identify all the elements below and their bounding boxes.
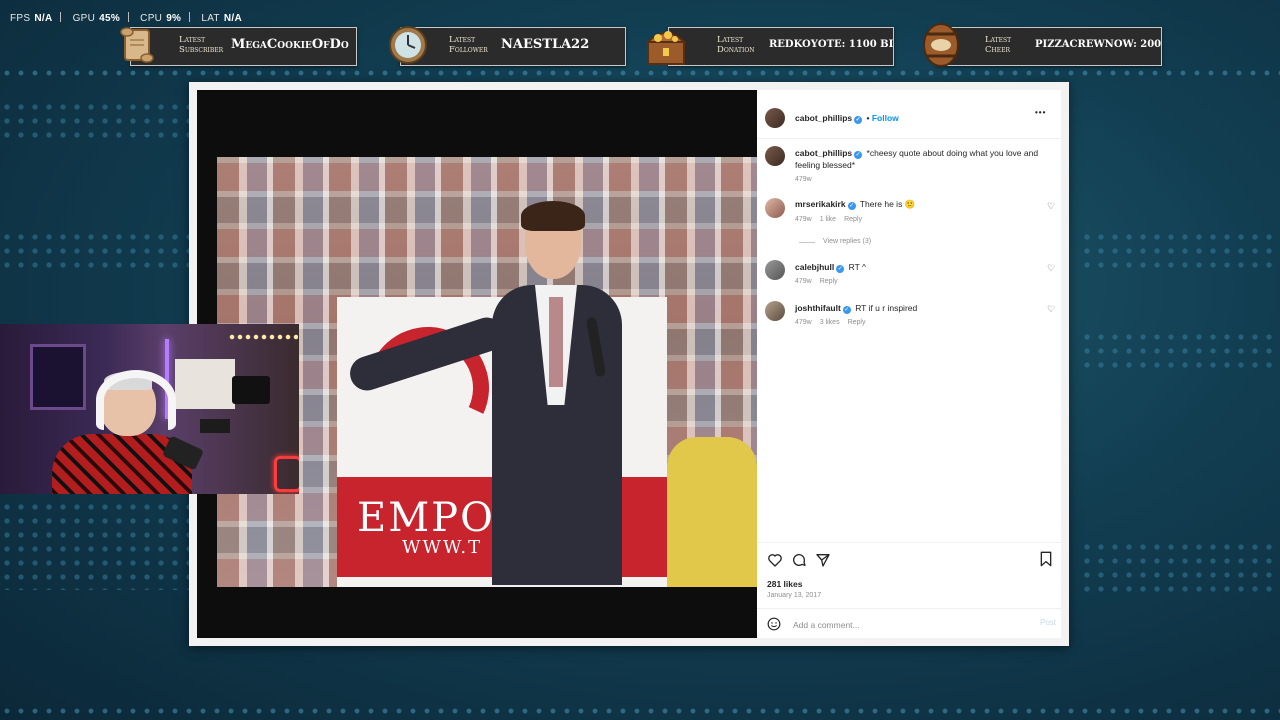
caption-avatar[interactable] xyxy=(765,146,785,166)
add-comment-input[interactable]: Add a comment... xyxy=(793,620,860,630)
like-comment-heart-icon[interactable]: ♡ xyxy=(1047,264,1055,273)
fps-label: FPS xyxy=(10,13,31,24)
post-date: January 13, 2017 xyxy=(767,592,822,599)
commenter-avatar[interactable] xyxy=(765,260,785,280)
alert-value: PIZZACREWNOW: 200 BITS xyxy=(1035,39,1162,50)
dot-pattern-right-low xyxy=(1080,540,1280,600)
comment-bubble-icon[interactable] xyxy=(791,552,807,568)
save-bookmark-icon[interactable] xyxy=(1039,551,1053,567)
post-header: cabot_phillips ✓ • Follow xyxy=(795,113,899,124)
alert-value: REDKOYOTE: 1100 BITS xyxy=(769,39,894,50)
commenter-avatar[interactable] xyxy=(765,301,785,321)
view-replies-button[interactable]: View replies (3) xyxy=(823,238,871,245)
dot-pattern-right xyxy=(1080,230,1280,270)
comment-meta: 479w 1 like Reply xyxy=(795,216,870,223)
reply-button[interactable]: Reply xyxy=(844,216,862,223)
verified-badge-icon: ✓ xyxy=(836,265,845,273)
fps-value: N/A xyxy=(34,13,53,24)
verified-badge-icon: ✓ xyxy=(854,151,863,159)
author-avatar[interactable] xyxy=(765,108,785,128)
comment-likes[interactable]: 1 like xyxy=(820,216,836,223)
dot-pattern-right-mid xyxy=(1080,330,1280,370)
room-window xyxy=(30,344,86,410)
dot-pattern-left xyxy=(0,100,190,140)
post-comment-button[interactable]: Post xyxy=(1040,618,1056,627)
alert-value: MegaCookieOfDo xyxy=(231,37,349,52)
scroll-icon xyxy=(120,27,154,63)
reply-button[interactable]: Reply xyxy=(820,278,838,285)
alert-label: Latest Follower xyxy=(449,35,488,55)
comment-text: RT if u r inspired xyxy=(855,303,918,313)
alert-label: Latest Donation xyxy=(717,35,755,55)
verified-badge-icon: ✓ xyxy=(854,116,863,124)
dot-pattern-left-low xyxy=(0,500,190,590)
verified-badge-icon: ✓ xyxy=(842,306,851,314)
post-caption: cabot_phillips ✓ *cheesy quote about doin… xyxy=(795,147,1045,171)
treasure-chest-icon xyxy=(645,31,687,65)
rum-barrel-icon xyxy=(923,23,959,67)
headphones-icon xyxy=(96,370,176,430)
author-username[interactable]: cabot_phillips xyxy=(795,113,852,123)
caption-time: 479w xyxy=(795,176,812,183)
comment-text: There he is 🙂 xyxy=(859,199,916,209)
like-heart-icon[interactable] xyxy=(767,552,783,568)
cpu-value: 9% xyxy=(166,13,182,24)
alert-label: Latest Cheer xyxy=(985,35,1012,55)
comment-time: 479w xyxy=(795,278,812,285)
gpu-label: GPU xyxy=(72,13,96,24)
comment-likes[interactable]: 3 likes xyxy=(820,319,840,326)
alert-value: NAESTLA22 xyxy=(501,37,590,52)
comment: calebjhull ✓ RT ^ xyxy=(795,261,1035,273)
speaker-figure xyxy=(345,201,657,587)
comment: joshthifault ✓ RT if u r inspired xyxy=(795,302,1035,314)
reply-button[interactable]: Reply xyxy=(848,319,866,326)
comment-text: RT ^ xyxy=(848,262,866,272)
follow-button[interactable]: Follow xyxy=(872,113,899,123)
dot-pattern-left-mid xyxy=(0,230,190,270)
commenter-avatar[interactable] xyxy=(765,198,785,218)
comment-time: 479w xyxy=(795,319,812,326)
comment-meta: 479w 3 likes Reply xyxy=(795,319,873,326)
dot-pattern-bottom xyxy=(0,706,1280,716)
comment-meta: 479w Reply xyxy=(795,278,846,285)
comment-username[interactable]: mrserikakirk xyxy=(795,199,846,209)
post-sidebar: cabot_phillips ✓ • Follow ••• cabot_phill… xyxy=(757,90,1061,638)
like-comment-heart-icon[interactable]: ♡ xyxy=(1047,202,1055,211)
camera-device xyxy=(200,419,230,433)
latest-subscriber-alert: Latest Subscriber MegaCookieOfDo xyxy=(130,27,357,66)
pc-rgb-fan xyxy=(274,456,299,492)
lat-value: N/A xyxy=(223,13,242,24)
clock-icon xyxy=(389,26,427,64)
share-plane-icon[interactable] xyxy=(815,552,831,568)
room-shelf xyxy=(175,359,235,409)
emoji-icon[interactable] xyxy=(767,617,781,631)
likes-count[interactable]: 281 likes xyxy=(767,579,802,589)
dot-pattern-top xyxy=(0,68,1280,78)
lat-label: LAT xyxy=(201,13,220,24)
caption-username[interactable]: cabot_phillips xyxy=(795,148,852,158)
more-options-icon[interactable]: ••• xyxy=(1035,108,1046,117)
instagram-post: EMPO OI WWW.T cabot_phillips ✓ • Follow … xyxy=(197,90,1061,638)
string-lights xyxy=(228,334,298,340)
webcam-feed xyxy=(0,324,299,494)
pirate-flag xyxy=(232,376,270,404)
like-comment-heart-icon[interactable]: ♡ xyxy=(1047,305,1055,314)
yellow-chair xyxy=(667,437,757,587)
comment: mrserikakirk ✓ There he is 🙂 xyxy=(795,198,1035,210)
latest-follower-alert: Latest Follower NAESTLA22 xyxy=(400,27,626,66)
comment-time: 479w xyxy=(795,216,812,223)
comment-username[interactable]: calebjhull xyxy=(795,262,834,272)
instagram-post-window: EMPO OI WWW.T cabot_phillips ✓ • Follow … xyxy=(189,82,1069,646)
latest-cheer-alert: LatestCheer PIZZACREWNOW: 200 BITS xyxy=(936,27,1162,66)
comment-username[interactable]: joshthifault xyxy=(795,303,841,313)
latest-donation-alert: LatestDonation REDKOYOTE: 1100 BITS xyxy=(668,27,894,66)
alert-label: Latest Subscriber xyxy=(179,35,224,55)
verified-badge-icon: ✓ xyxy=(847,202,856,210)
